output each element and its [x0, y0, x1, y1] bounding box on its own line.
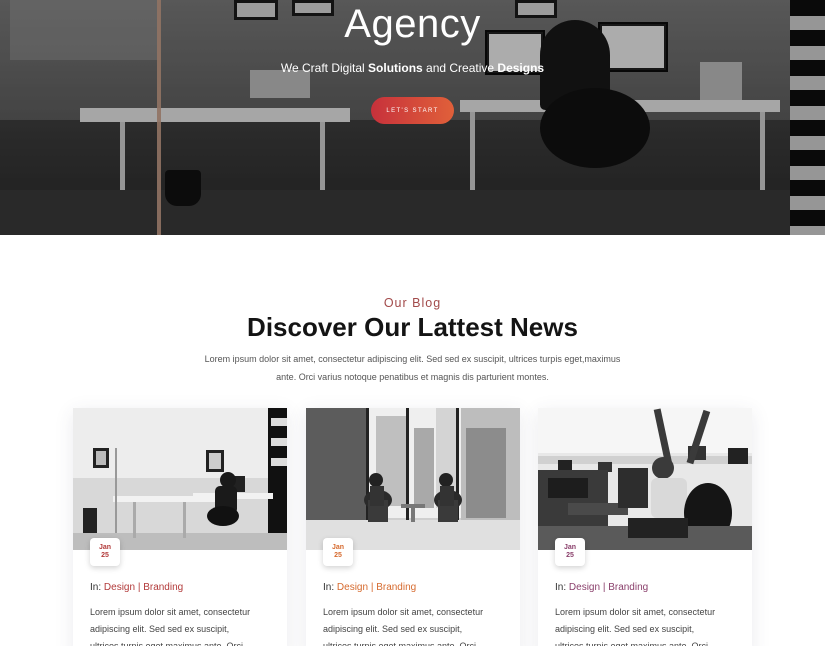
date-day: 25 [566, 552, 574, 559]
date-month: Jan [331, 544, 345, 551]
hero-title: Agency [344, 2, 481, 46]
section-description: Lorem ipsum dolor sit amet, consectetur … [190, 350, 635, 386]
section-label: Our Blog [383, 296, 442, 310]
category-link[interactable]: Design | Branding [104, 582, 183, 593]
blog-card[interactable]: Jan 25 In: Design | Branding Lorem ipsum… [73, 408, 287, 646]
card-excerpt-line: ultrices turpis eget maximus ante. Orci [323, 641, 477, 646]
section-title: Discover Our Lattest News [247, 312, 578, 342]
card-excerpt-line: ultrices turpis eget maximus ante. Orci [555, 641, 709, 646]
date-badge: Jan 25 [555, 538, 585, 566]
card-excerpt-line: ultrices turpis eget maximus ante. Orci [90, 641, 244, 646]
hero-subtitle: We Craft Digital Solutions and Creative … [0, 61, 825, 75]
date-day: 25 [101, 552, 109, 559]
date-day: 25 [334, 552, 342, 559]
blog-card[interactable]: Jan 25 In: Design | Branding Lorem ipsum… [306, 408, 520, 646]
blog-card-image[interactable] [73, 408, 287, 550]
date-badge: Jan 25 [90, 538, 120, 566]
card-excerpt: Lorem ipsum dolor sit amet, consectetur … [323, 604, 508, 646]
card-excerpt-line: Lorem ipsum dolor sit amet, consectetur [555, 607, 716, 617]
blog-card-image[interactable] [538, 408, 752, 550]
card-excerpt-line: Lorem ipsum dolor sit amet, consectetur [323, 607, 484, 617]
category-prefix: In: [555, 582, 569, 593]
hero-subtitle-text: We Craft Digital [280, 61, 369, 75]
blog-card-image[interactable] [306, 408, 520, 550]
hero-subtitle-text: and Creative [422, 61, 498, 75]
section-description-line: ante. Orci varius notoque penatibus et m… [276, 372, 549, 382]
date-badge: Jan 25 [323, 538, 353, 566]
date-month: Jan [98, 544, 112, 551]
category-link[interactable]: Design | Branding [569, 582, 648, 593]
category-prefix: In: [90, 582, 104, 593]
card-categories: In: Design | Branding [323, 582, 416, 593]
card-categories: In: Design | Branding [555, 582, 648, 593]
hero-subtitle-emphasis: Solutions [368, 61, 423, 75]
card-excerpt-line: adipiscing elit. Sed sed ex suscipit, [90, 624, 230, 634]
card-excerpt: Lorem ipsum dolor sit amet, consectetur … [90, 604, 275, 646]
card-excerpt-line: adipiscing elit. Sed sed ex suscipit, [555, 624, 695, 634]
section-description-line: Lorem ipsum dolor sit amet, consectetur … [204, 354, 621, 364]
category-link[interactable]: Design | Branding [337, 582, 416, 593]
card-excerpt-line: Lorem ipsum dolor sit amet, consectetur [90, 607, 251, 617]
category-prefix: In: [323, 582, 337, 593]
date-month: Jan [563, 544, 577, 551]
lets-start-button[interactable]: LET'S START [371, 97, 454, 124]
hero-subtitle-emphasis: Designs [497, 61, 545, 75]
card-excerpt-line: adipiscing elit. Sed sed ex suscipit, [323, 624, 463, 634]
card-categories: In: Design | Branding [90, 582, 183, 593]
card-excerpt: Lorem ipsum dolor sit amet, consectetur … [555, 604, 740, 646]
hero-section: Agency We Craft Digital Solutions and Cr… [0, 0, 825, 235]
blog-card[interactable]: Jan 25 In: Design | Branding Lorem ipsum… [538, 408, 752, 646]
